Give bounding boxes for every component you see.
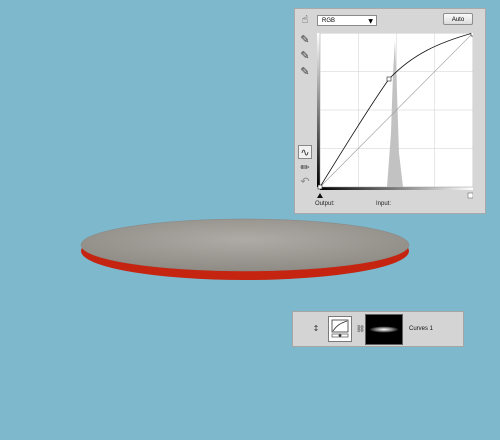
channel-select[interactable]: RGB ▼ [317, 15, 377, 26]
output-gradient-bar [317, 33, 320, 187]
hand-adjust-icon[interactable]: ☝ [298, 13, 312, 27]
curves-tool-strip: ☝ ✎ ✎ ✎ ∿ ✏ ↶ [295, 9, 317, 215]
pencil-icon[interactable]: ✏ [298, 161, 312, 175]
chain-link-icon[interactable]: ⛓ [356, 324, 365, 334]
auto-button[interactable]: Auto [443, 13, 473, 25]
white-point-slider [467, 192, 473, 199]
black-point-slider [317, 193, 323, 198]
curves-panel: ☝ ✎ ✎ ✎ ∿ ✏ ↶ RGB ▼ Auto Output: Input: [294, 8, 486, 214]
smooth-icon[interactable]: ↶ [298, 175, 312, 189]
chevron-down-icon: ▼ [368, 18, 373, 25]
curve-point-white [470, 33, 473, 37]
layer-name[interactable]: Curves 1 [409, 324, 433, 334]
curve-point-black [317, 184, 323, 190]
layer-row[interactable]: ↕ ⛓ Curves 1 [292, 311, 464, 347]
curve-graph[interactable] [317, 33, 473, 201]
curves-thumbnail-glyph [331, 319, 349, 338]
plate-top [80, 218, 410, 272]
eye-icon[interactable]: ↕ [312, 324, 320, 334]
channel-value: RGB [322, 18, 336, 24]
white-eyedropper-icon[interactable]: ✎ [298, 65, 312, 79]
output-label: Output: [315, 201, 335, 207]
gray-eyedropper-icon[interactable]: ✎ [298, 49, 312, 63]
curves-adjustment-icon[interactable] [328, 316, 352, 342]
curve-point-mid [386, 76, 392, 82]
mask-preview [369, 326, 399, 333]
input-gradient-bar [320, 187, 473, 190]
layer-mask-thumbnail[interactable] [365, 314, 403, 345]
black-eyedropper-icon[interactable]: ✎ [298, 33, 312, 47]
curve-point-icon[interactable]: ∿ [298, 145, 312, 159]
input-label: Input: [376, 201, 392, 207]
